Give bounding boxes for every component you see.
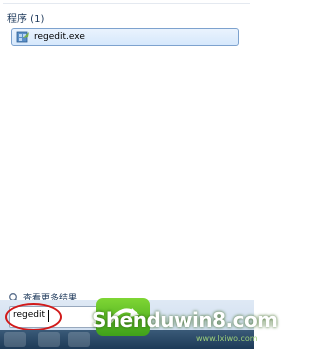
programs-section-header: 程序 (1) [7, 14, 45, 25]
regedit-icon [16, 31, 29, 43]
watermark-subtext: www.lxiwo.com [196, 334, 258, 343]
start-menu: 程序 (1) regedit.exe 查看更多结果 regedit Shendu… [0, 0, 278, 349]
taskbar-button[interactable] [68, 332, 90, 347]
result-item-regedit[interactable]: regedit.exe [11, 28, 239, 46]
taskbar-start-button[interactable] [4, 332, 26, 347]
result-label: regedit.exe [34, 32, 85, 42]
taskbar-button[interactable] [38, 332, 60, 347]
search-results-panel: 程序 (1) regedit.exe 查看更多结果 [3, 3, 250, 304]
annotation-circle [5, 303, 62, 331]
watermark-text: Shenduwin8.com [92, 308, 278, 332]
